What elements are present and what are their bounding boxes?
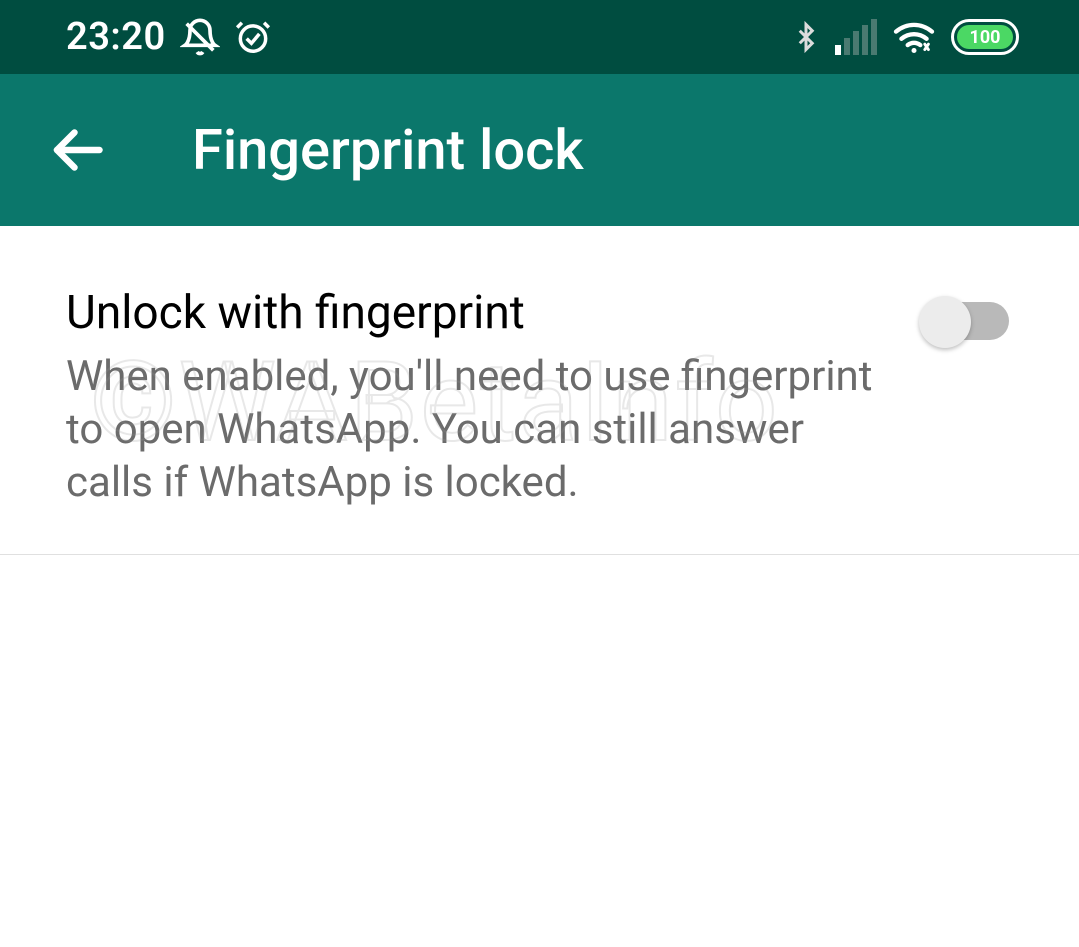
back-button[interactable] — [42, 115, 112, 185]
status-time: 23:20 — [66, 15, 166, 59]
fingerprint-toggle[interactable] — [919, 296, 1009, 346]
page-title: Fingerprint lock — [192, 117, 584, 183]
cellular-signal-icon — [835, 19, 877, 55]
fingerprint-unlock-setting[interactable]: Unlock with fingerprint When enabled, yo… — [0, 226, 1079, 555]
status-bar-right: 100 — [791, 18, 1019, 56]
setting-text-block: Unlock with fingerprint When enabled, yo… — [66, 286, 899, 510]
status-bar-left: 23:20 — [66, 15, 272, 59]
battery-indicator: 100 — [951, 19, 1019, 55]
arrow-left-icon — [47, 120, 107, 180]
bluetooth-icon — [791, 18, 821, 56]
alarm-muted-icon — [180, 17, 220, 57]
setting-description: When enabled, you'll need to use fingerp… — [66, 351, 876, 510]
setting-title: Unlock with fingerprint — [66, 286, 899, 341]
toggle-thumb — [919, 296, 971, 348]
alarm-set-icon — [234, 18, 272, 56]
battery-percentage: 100 — [970, 27, 1001, 48]
app-header: Fingerprint lock — [0, 74, 1079, 226]
status-bar: 23:20 — [0, 0, 1079, 74]
settings-content: Unlock with fingerprint When enabled, yo… — [0, 226, 1079, 555]
wifi-icon — [891, 19, 937, 55]
